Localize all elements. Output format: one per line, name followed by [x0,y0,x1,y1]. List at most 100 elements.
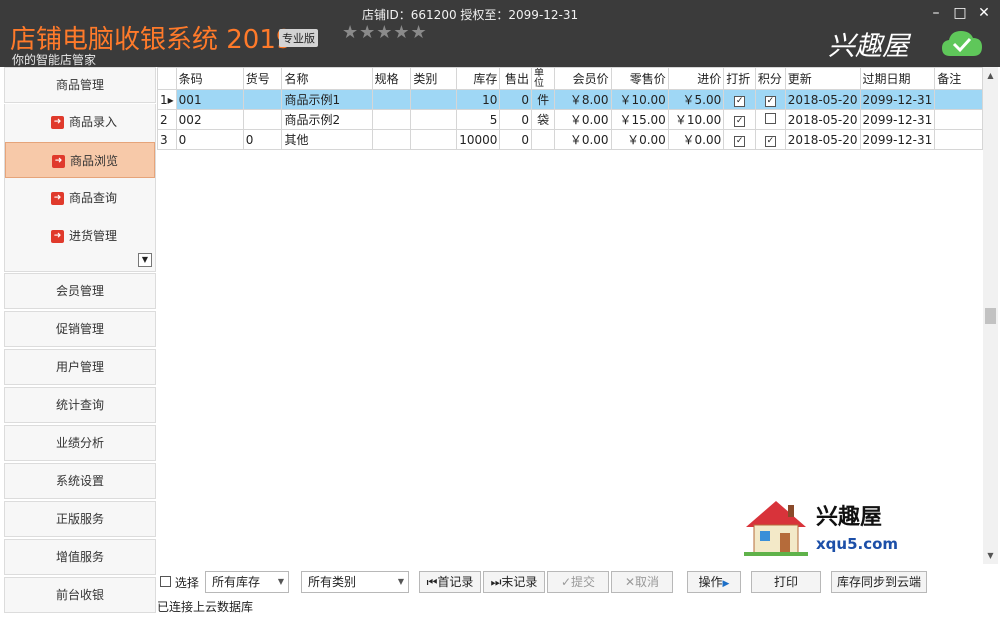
row-header[interactable]: 1▸ [157,89,177,110]
stock-filter-select[interactable]: 所有库存 ▼ [205,571,289,593]
table-cell-retail-price[interactable]: ￥15.00 [610,109,669,130]
sidebar-item-product-management[interactable]: 商品管理 [4,67,156,103]
table-cell-stock[interactable]: 5 [456,109,501,130]
sidebar-item-promotions[interactable]: 促销管理 [4,311,156,347]
sync-cloud-button[interactable]: 库存同步到云端 [831,571,927,593]
table-cell-note[interactable] [934,129,983,150]
table-cell-expire[interactable]: 2099-12-31 [859,109,936,130]
table-cell-member-price[interactable]: ￥0.00 [554,129,612,150]
table-cell-stock[interactable]: 10000 [456,129,501,150]
submit-button[interactable]: ✓提交 [547,571,609,593]
table-cell-updated[interactable]: 2018-05-20 [784,129,861,150]
table-cell-member-price[interactable]: ￥8.00 [554,89,612,110]
sidebar-item-statistics[interactable]: 统计查询 [4,387,156,423]
checkbox-checked-icon[interactable]: ✓ [764,96,776,107]
col-header[interactable]: 备注 [934,67,983,90]
table-cell-category[interactable] [410,109,458,130]
close-button[interactable]: ✕ [974,4,994,22]
table-cell-spec[interactable] [371,129,412,150]
sidebar-item-settings[interactable]: 系统设置 [4,463,156,499]
last-record-button[interactable]: ⏭末记录 [483,571,545,593]
col-header[interactable]: 类别 [410,67,458,90]
table-cell-spec[interactable] [371,109,412,130]
table-cell-unit[interactable] [531,129,556,150]
table-cell-expire[interactable]: 2099-12-31 [859,129,936,150]
table-cell-retail-price[interactable]: ￥0.00 [610,129,669,150]
checkbox-checked-icon[interactable]: ✓ [764,136,776,147]
table-cell-note[interactable] [934,89,983,110]
col-header[interactable]: 库存 [456,67,501,90]
table-cell-sku[interactable] [242,109,283,130]
operate-button[interactable]: 操作▶ [687,571,741,593]
col-header[interactable]: 零售价 [610,67,669,90]
cloud-sync-icon[interactable] [940,28,984,58]
table-cell-stock[interactable]: 10 [456,89,501,110]
table-cell-points[interactable] [754,109,786,130]
table-cell-expire[interactable]: 2099-12-31 [859,89,936,110]
cancel-button[interactable]: ✕取消 [611,571,673,593]
sidebar-item-users[interactable]: 用户管理 [4,349,156,385]
table-cell-points[interactable]: ✓ [754,89,786,110]
checkbox-checked-icon[interactable]: ✓ [734,116,746,127]
scroll-up-icon[interactable]: ▲ [983,69,998,83]
table-cell-updated[interactable]: 2018-05-20 [784,89,861,110]
table-cell-sold[interactable]: 0 [499,129,533,150]
col-header[interactable]: 更新 [784,67,861,90]
col-header[interactable]: 过期日期 [859,67,936,90]
checkbox-icon[interactable] [160,576,171,587]
scroll-down-icon[interactable]: ▼ [983,549,998,563]
table-cell-category[interactable] [410,89,458,110]
col-header[interactable]: 名称 [281,67,373,90]
table-cell-sku[interactable]: 0 [242,129,283,150]
table-row[interactable]: 3 0 0 其他 10000 0 ￥0.00 ￥0.00 ￥0.00 ✓ ✓ 2018-05-20 20… [157,129,983,150]
table-cell-barcode[interactable]: 002 [175,109,244,130]
sidebar-subitem-product-browse[interactable]: ➜ 商品浏览 [5,142,155,178]
maximize-button[interactable]: □ [950,4,970,22]
table-cell-name[interactable]: 商品示例2 [281,109,373,130]
sidebar-subitem-product-query[interactable]: ➜ 商品查询 [5,180,155,216]
checkbox-checked-icon[interactable]: ✓ [734,96,746,107]
col-header[interactable]: 条码 [175,67,244,90]
table-cell-cost[interactable]: ￥10.00 [667,109,725,130]
table-cell-sold[interactable]: 0 [499,109,533,130]
table-cell-name[interactable]: 商品示例1 [281,89,373,110]
table-cell-updated[interactable]: 2018-05-20 [784,109,861,130]
col-header[interactable]: 进价 [667,67,725,90]
table-cell-spec[interactable] [371,89,412,110]
table-cell-sku[interactable] [242,89,283,110]
submenu-expand-button[interactable]: ▼ [138,253,152,267]
checkbox-unchecked-icon[interactable] [764,112,776,124]
sidebar-item-performance[interactable]: 业绩分析 [4,425,156,461]
sidebar-item-members[interactable]: 会员管理 [4,273,156,309]
checkbox-checked-icon[interactable]: ✓ [734,136,746,147]
row-header[interactable]: 2 [157,109,177,130]
sidebar-item-licensed-service[interactable]: 正版服务 [4,501,156,537]
table-cell-note[interactable] [934,109,983,130]
table-cell-barcode[interactable]: 001 [175,89,244,110]
table-cell-member-price[interactable]: ￥0.00 [554,109,612,130]
table-cell-barcode[interactable]: 0 [175,129,244,150]
table-cell-points[interactable]: ✓ [754,129,786,150]
sidebar-item-value-added[interactable]: 增值服务 [4,539,156,575]
vertical-scrollbar[interactable]: ▲ ▼ [983,67,998,564]
table-cell-discount[interactable]: ✓ [723,129,756,150]
print-button[interactable]: 打印 [751,571,821,593]
row-header[interactable]: 3 [157,129,177,150]
table-cell-category[interactable] [410,129,458,150]
sidebar-item-front-cashier[interactable]: 前台收银 [4,577,156,613]
table-cell-cost[interactable]: ￥0.00 [667,129,725,150]
col-header[interactable]: 积分 [754,67,786,90]
product-grid[interactable]: 条码 货号 名称 规格 类别 库存 售出 单位 会员价 零售价 进价 打折 积分… [157,67,983,564]
col-header[interactable]: 售出 [499,67,533,90]
first-record-button[interactable]: ⏮首记录 [419,571,481,593]
table-cell-unit[interactable]: 件 [531,89,556,110]
table-cell-sold[interactable]: 0 [499,89,533,110]
col-header[interactable]: 会员价 [554,67,612,90]
select-checkbox[interactable]: 选择 [160,574,199,591]
col-header[interactable]: 规格 [371,67,412,90]
col-header[interactable]: 打折 [723,67,756,90]
table-cell-cost[interactable]: ￥5.00 [667,89,725,110]
table-cell-discount[interactable]: ✓ [723,109,756,130]
table-cell-name[interactable]: 其他 [281,129,373,150]
category-filter-select[interactable]: 所有类别 ▼ [301,571,409,593]
